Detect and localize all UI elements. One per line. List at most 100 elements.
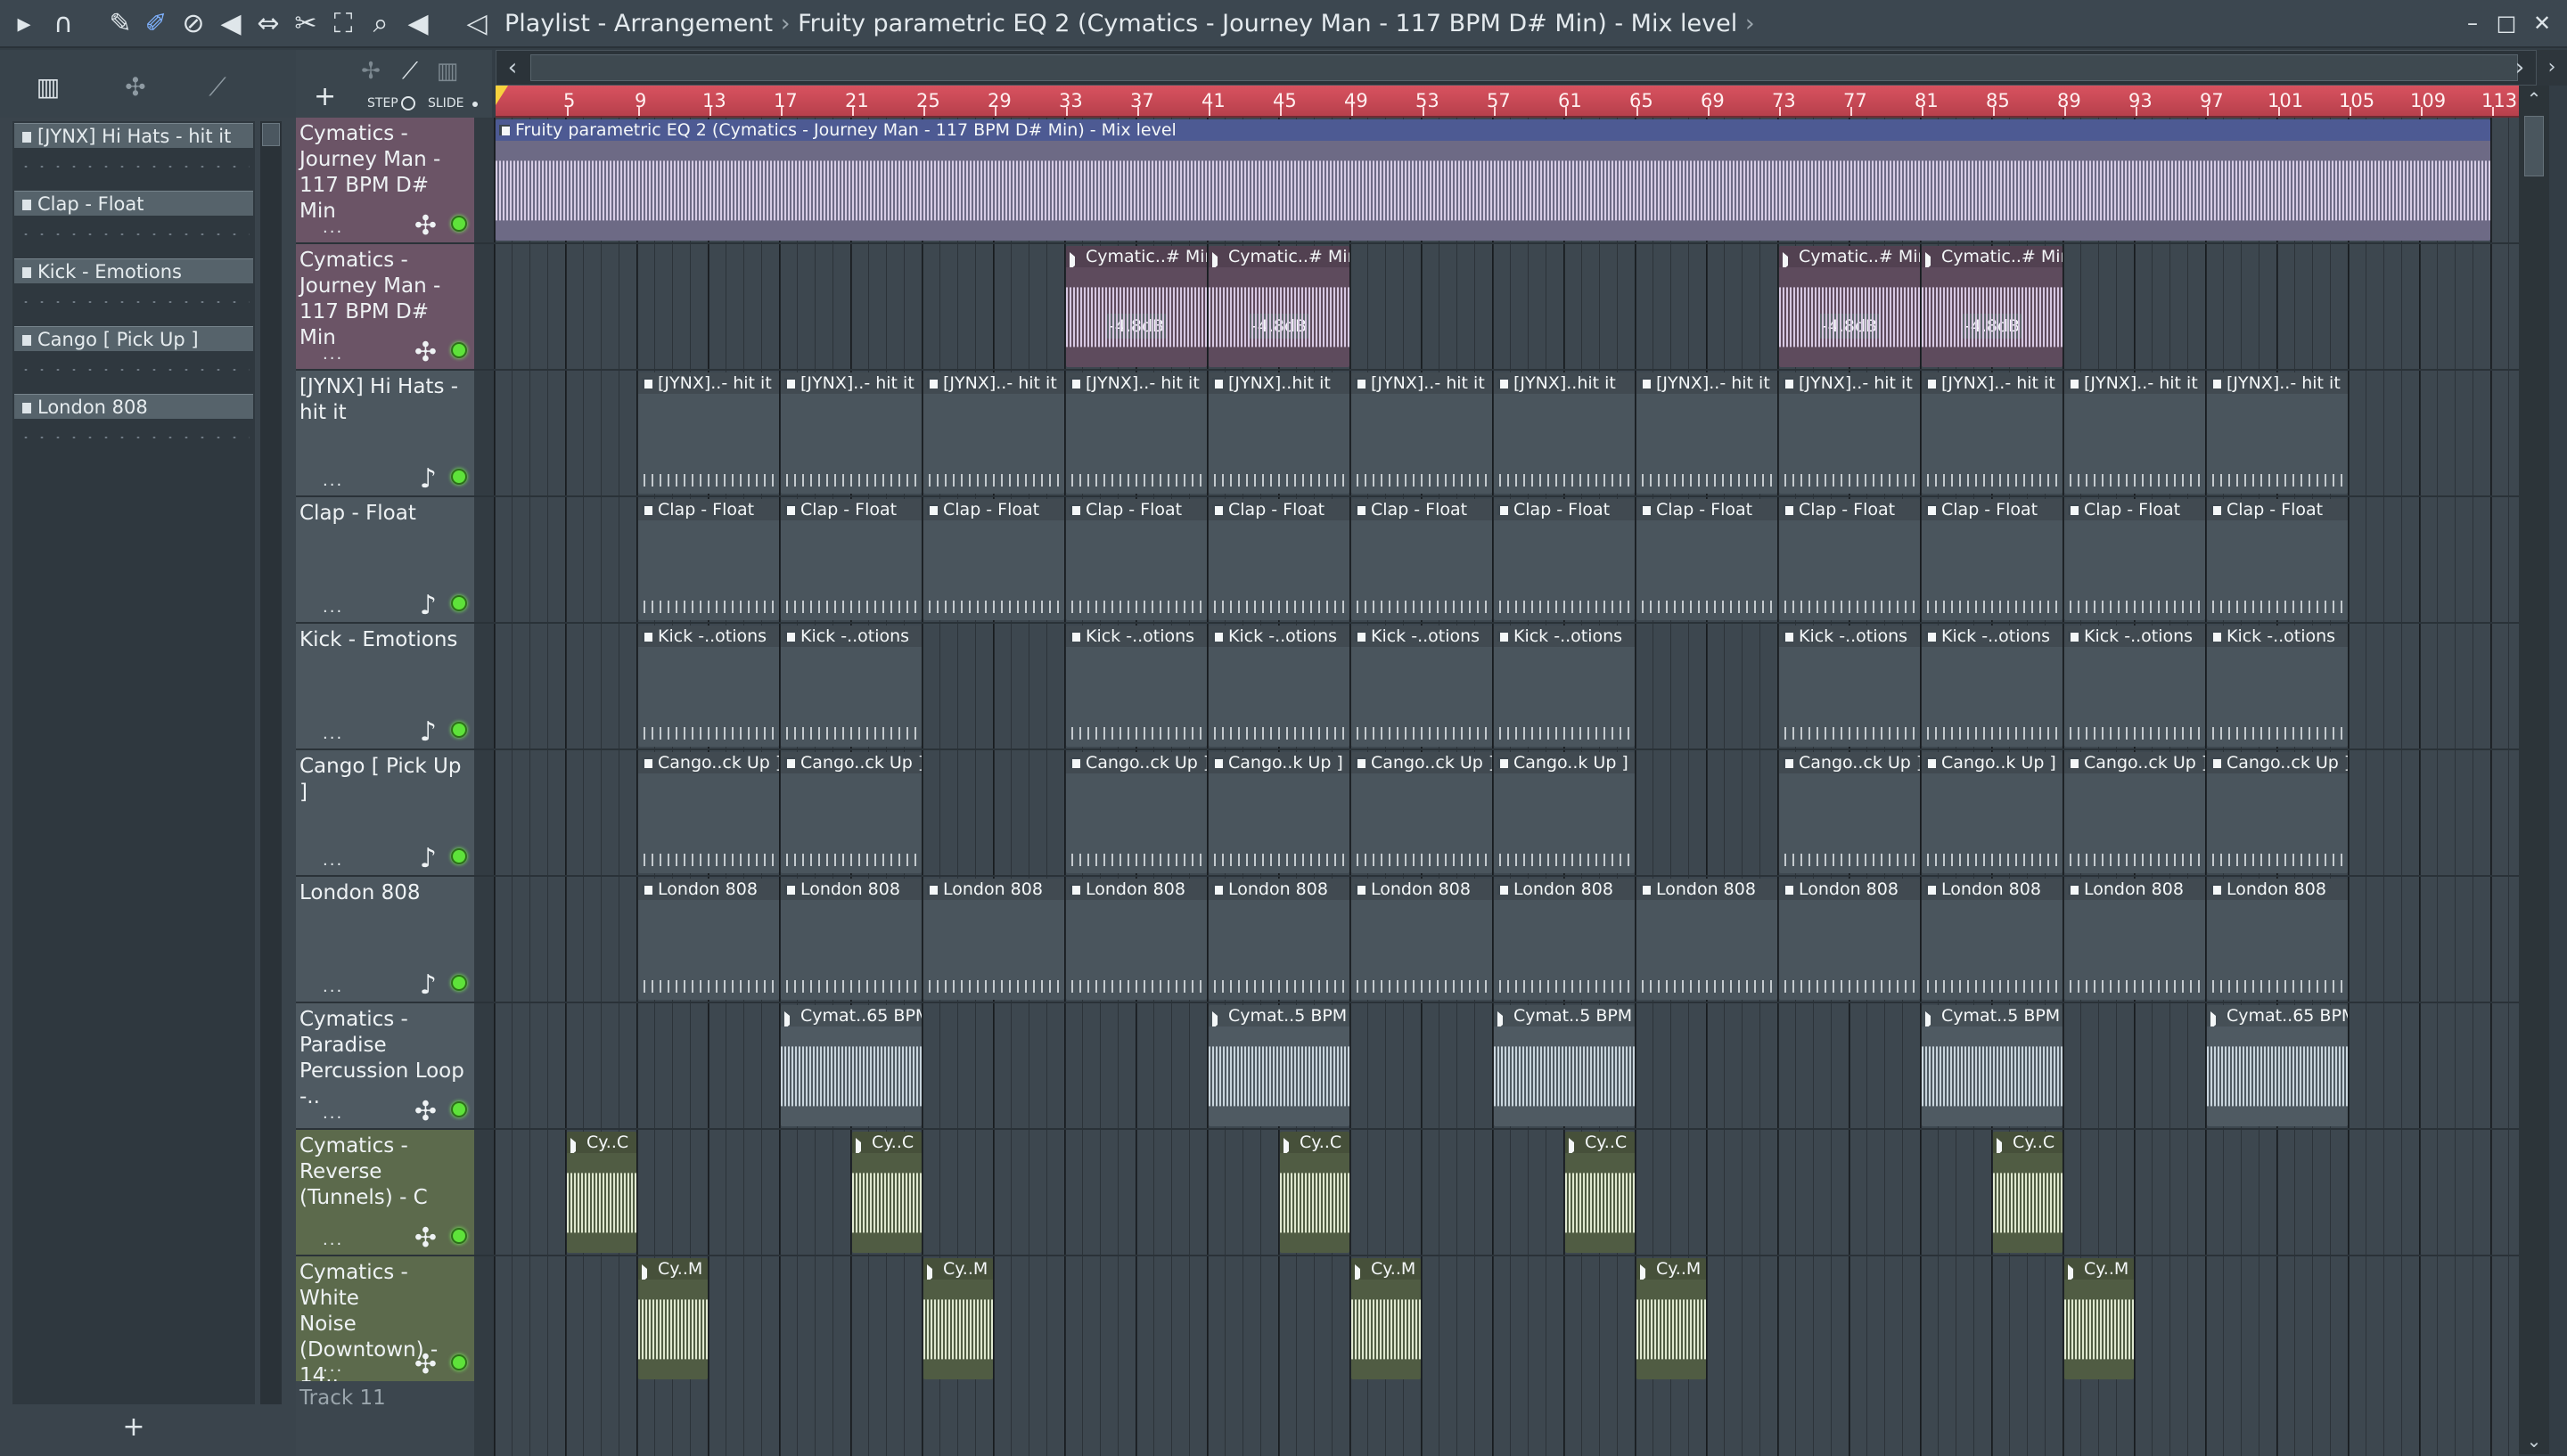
pattern-clip[interactable]: Cango..ck Up ]: [638, 752, 779, 873]
audio-icon[interactable]: ✣: [118, 70, 153, 105]
track-menu-dots[interactable]: ...: [323, 598, 343, 617]
picker-item[interactable]: [JYNX] Hi Hats - hit it: [14, 123, 253, 185]
pattern-clip[interactable]: [JYNX]..- hit it: [1351, 372, 1492, 494]
automation-clip[interactable]: Fruity parametric EQ 2 (Cymatics - Journ…: [496, 119, 2490, 241]
track-header[interactable]: Cango [ Pick Up ]... ♪: [296, 750, 474, 877]
pattern-clip[interactable]: Kick -..otions: [781, 626, 922, 747]
pattern-clip[interactable]: Cango..k Up ]: [1922, 752, 2063, 873]
picker-item[interactable]: Cango [ Pick Up ]: [14, 326, 253, 389]
track-header[interactable]: Cymatics - Reverse (Tunnels) - C... ✣: [296, 1130, 474, 1256]
track-lane[interactable]: Kick -..otions Kick -..otions Kick -..otio…: [494, 624, 2519, 750]
vertical-scroll-thumb[interactable]: [2524, 116, 2544, 176]
pattern-clip[interactable]: London 808: [923, 879, 1064, 1000]
audio-clip[interactable]: Cy..C: [1993, 1132, 2063, 1253]
track-enable-led[interactable]: [451, 975, 467, 991]
audio-clip[interactable]: Cymat..65 BPM: [781, 1005, 922, 1126]
close-button[interactable]: ✕: [2526, 7, 2558, 39]
menu-arrow-icon[interactable]: ›: [2537, 50, 2567, 86]
pattern-clip[interactable]: Kick -..otions: [1209, 626, 1349, 747]
track-menu-dots[interactable]: ...: [323, 345, 343, 364]
pattern-clip[interactable]: [JYNX]..- hit it: [923, 372, 1064, 494]
picker-add-button[interactable]: +: [116, 1410, 152, 1445]
play-arrow-icon[interactable]: ▸: [7, 7, 41, 41]
maximize-button[interactable]: □: [2490, 7, 2522, 39]
picker-scrollbar[interactable]: [260, 121, 282, 1404]
track-menu-dots[interactable]: ...: [323, 1357, 343, 1376]
pattern-clip[interactable]: London 808: [2064, 879, 2205, 1000]
overview-scroll-thumb[interactable]: [530, 54, 2518, 81]
slide-label[interactable]: SLIDE: [428, 94, 463, 112]
pattern-clip[interactable]: Clap - Float: [2064, 499, 2205, 620]
speaker-arrow-icon[interactable]: ◁: [460, 7, 494, 41]
pattern-clip[interactable]: Clap - Float: [1494, 499, 1635, 620]
pattern-clip[interactable]: [JYNX]..- hit it: [1922, 372, 2063, 494]
pattern-clip[interactable]: London 808: [1922, 879, 2063, 1000]
title-arrow[interactable]: ›: [1745, 10, 1755, 37]
audio-clip[interactable]: -4.8dBCymatic..# Min: [1209, 246, 1349, 367]
track-menu-dots[interactable]: ...: [323, 1104, 343, 1123]
arrangement-overview[interactable]: ‹ ›: [496, 50, 2537, 86]
pattern-clip[interactable]: Clap - Float: [1066, 499, 1207, 620]
audio-clip[interactable]: Cymat..5 BPM: [1494, 1005, 1635, 1126]
track-header[interactable]: Cymatics - White Noise (Downtown) - 14..…: [296, 1256, 474, 1383]
track-menu-dots[interactable]: ...: [323, 218, 343, 237]
pattern-clip[interactable]: [JYNX]..- hit it: [1779, 372, 1920, 494]
track-lane[interactable]: -4.8dBCymatic..# Min -4.8dBCymatic..# Min…: [494, 244, 2519, 371]
audio-clip[interactable]: Cymat..5 BPM: [1922, 1005, 2063, 1126]
track-lane-11[interactable]: [494, 1381, 2519, 1456]
track-enable-led[interactable]: [451, 1228, 467, 1244]
track-menu-dots[interactable]: ...: [323, 977, 343, 996]
pattern-clip[interactable]: Cango..ck Up ]: [2064, 752, 2205, 873]
track-lane[interactable]: Clap - Float Clap - Float Clap - Float Clap…: [494, 497, 2519, 624]
pattern-clip[interactable]: [JYNX]..- hit it: [1636, 372, 1777, 494]
track-lane[interactable]: [JYNX]..- hit it [JYNX]..- hit it [JYNX]..…: [494, 371, 2519, 497]
track-enable-led[interactable]: [451, 848, 467, 864]
pattern-clip[interactable]: [JYNX]..- hit it: [638, 372, 779, 494]
pattern-clip[interactable]: [JYNX]..- hit it: [781, 372, 922, 494]
track-enable-led[interactable]: [451, 595, 467, 611]
pattern-clip[interactable]: Clap - Float: [2207, 499, 2348, 620]
pattern-clip[interactable]: Clap - Float: [923, 499, 1064, 620]
pattern-clip[interactable]: Cango..ck Up ]: [1779, 752, 1920, 873]
track-header[interactable]: Cymatics - Journey Man - 117 BPM D# Min.…: [296, 118, 474, 244]
track-enable-led[interactable]: [451, 1101, 467, 1117]
slip-tool-icon[interactable]: ⇔: [251, 7, 285, 41]
delete-tool-icon[interactable]: ⊘: [176, 7, 210, 41]
track-lane[interactable]: Cy..C Cy..C Cy..C Cy..C Cy..C: [494, 1130, 2519, 1256]
track-header[interactable]: Cymatics - Paradise Percussion Loop -...…: [296, 1003, 474, 1130]
track-header[interactable]: London 808... ♪: [296, 877, 474, 1003]
audio-clip[interactable]: Cy..M: [923, 1258, 993, 1379]
zoom-tool-icon[interactable]: ⌕: [364, 7, 398, 41]
audio-clip[interactable]: Cy..M: [1351, 1258, 1421, 1379]
track-enable-led[interactable]: [451, 216, 467, 232]
paint-brush-icon[interactable]: ✐: [139, 7, 173, 41]
timeline-ruler[interactable]: 5 9 13 17 21 25 29 33 37 41 45 49 53 57 61 65 69 73 77 81 85…: [496, 86, 2537, 118]
audio-clip[interactable]: Cy..C: [852, 1132, 922, 1253]
pattern-clip[interactable]: Clap - Float: [638, 499, 779, 620]
track-menu-dots[interactable]: ...: [323, 1231, 343, 1249]
playhead-marker[interactable]: [496, 86, 508, 105]
track-lane[interactable]: Fruity parametric EQ 2 (Cymatics - Journ…: [494, 118, 2519, 244]
pattern-clip[interactable]: Kick -..otions: [2207, 626, 2348, 747]
pattern-clip[interactable]: [JYNX]..hit it: [1209, 372, 1349, 494]
scroll-left-icon[interactable]: ‹: [498, 53, 527, 83]
audio-clip[interactable]: -4.8dBCymatic..# Min: [1779, 246, 1920, 367]
audio-clip[interactable]: Cy..C: [567, 1132, 636, 1253]
track-header[interactable]: Kick - Emotions... ♪: [296, 624, 474, 750]
slide-toggle[interactable]: [472, 102, 478, 107]
pattern-clip[interactable]: Cango..ck Up ]: [1066, 752, 1207, 873]
pattern-clip[interactable]: Kick -..otions: [638, 626, 779, 747]
audio-clip[interactable]: Cy..C: [1565, 1132, 1635, 1253]
pattern-clip[interactable]: Kick -..otions: [1922, 626, 2063, 747]
picker-item[interactable]: Clap - Float: [14, 191, 253, 253]
pattern-clip[interactable]: Kick -..otions: [1779, 626, 1920, 747]
pattern-clip[interactable]: Cango..ck Up ]: [781, 752, 922, 873]
snap-tool-icon[interactable]: ✢: [355, 55, 387, 87]
audio-clip[interactable]: Cymat..65 BPM: [2207, 1005, 2348, 1126]
pattern-clip[interactable]: London 808: [1779, 879, 1920, 1000]
picker-item[interactable]: Kick - Emotions: [14, 258, 253, 321]
track-lane[interactable]: Cango..ck Up ] Cango..ck Up ] Cango..ck Up…: [494, 750, 2519, 877]
pattern-clip[interactable]: [JYNX]..- hit it: [1066, 372, 1207, 494]
pattern-clip[interactable]: Clap - Float: [781, 499, 922, 620]
pattern-clip[interactable]: [JYNX]..hit it: [1494, 372, 1635, 494]
